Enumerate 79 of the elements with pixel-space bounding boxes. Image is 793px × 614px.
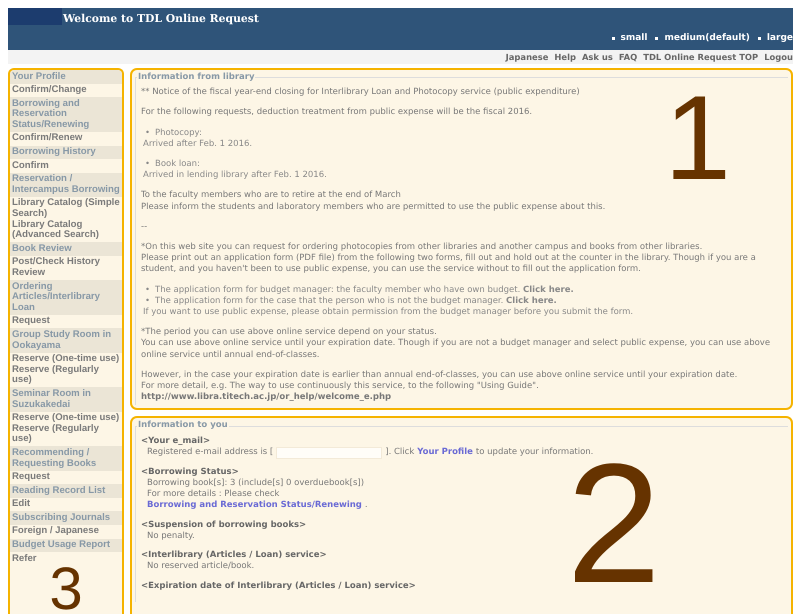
sidebar-link[interactable]: Reserve (Regularly use) [12, 424, 120, 445]
url-link[interactable]: http://www.libra.titech.ac.jp/or_help/welcome_e.php [141, 392, 784, 404]
sidebar-link[interactable]: Reserve (One-time use) [12, 354, 120, 365]
nav-link[interactable]: Logou [764, 52, 793, 62]
font-size-link[interactable]: small [612, 33, 648, 43]
sidebar-heading: Reservation / Intercampus Borrowing [10, 172, 122, 197]
sidebar-link[interactable]: Foreign / Japanese [12, 526, 120, 538]
sidebar-heading: Borrowing and Reservation Status/Renewing [10, 97, 122, 132]
sidebar-link[interactable]: Refer [12, 554, 120, 564]
note-text: If you want to use public expense, please obtain permission from the budget manager before you submit the form. [142, 307, 634, 318]
nav-link[interactable]: FAQ [618, 52, 638, 62]
section-heading: <Your e_mail> [141, 436, 212, 447]
sidebar-heading: Recommending / Requesting Books [10, 446, 122, 471]
click-here-link[interactable]: Click here. [523, 284, 574, 295]
status-text: For more details : Please check [147, 489, 280, 500]
sidebar-heading: Subscribing Journals [10, 511, 122, 525]
click-text: ]. Click [385, 447, 414, 458]
font-size-link[interactable]: medium(default) [655, 33, 750, 43]
paragraph: To the faculty members who are to retire at the end of March Please inform the students and laboratory members who are permitted to use the public expense about this. [141, 190, 606, 213]
paragraph: *The period you can use above online service depend on your status. You can use above online service until your expiration date. Though if you are not a budget manager and select public expense, you can use above online service until annual end-of-classes. [141, 327, 772, 361]
nav-link[interactable]: Help [554, 52, 576, 62]
paragraph: However, in the case your expiration date is earlier than annual end-of-classes, you can use above online service until your expiration date. For more detail, e.g. The way to use continuously this service, to the following "Using Guide". [141, 370, 738, 392]
font-size-link[interactable]: large [758, 33, 793, 43]
list-item: The application form for budget manager: the faculty member who have own budget. [155, 284, 522, 295]
info-text: No penalty. [147, 530, 195, 542]
section-heading: <Borrowing Status> [141, 466, 240, 478]
email-text: Registered e-mail address is [ [147, 447, 274, 458]
page-title: Welcome to TDL Online Request [63, 12, 259, 25]
panel-legend: Information from library [137, 72, 256, 84]
bullet-marker: • [145, 284, 150, 296]
annotation-number: 2 [566, 458, 661, 592]
sidebar-heading: Borrowing History [10, 146, 122, 160]
nav-link[interactable]: TDL Online Request TOP [643, 52, 758, 62]
sidebar-heading: Book Review [10, 242, 122, 256]
note-text: Arrived in lending library after Feb. 1 2016. [142, 170, 328, 182]
bullet-marker: • [145, 128, 150, 139]
period-text: . [364, 500, 368, 512]
update-text: to update your information. [476, 447, 594, 458]
nav-link[interactable]: Ask us [582, 52, 613, 62]
sidebar-heading: Reading Record List [10, 484, 122, 498]
sidebar-heading: Your Profile [10, 70, 122, 84]
paragraph: ** Notice of the fiscal year-end closing for Interlibrary Loan and Photocopy service (public expenditure) [141, 87, 581, 98]
profile-link[interactable]: Your Profile [417, 447, 473, 458]
sidebar-link[interactable]: Confirm/Change [12, 85, 120, 96]
sidebar-link[interactable]: Confirm/Renew [12, 133, 120, 144]
section-heading: <Expiration date of Interlibrary (Articles / Loan) service> [141, 580, 417, 592]
status-text: Borrowing book[s]: 3 (include[s] 0 overduebook[s]) [147, 478, 364, 490]
sidebar-heading: Ordering Articles/Interlibrary Loan [10, 280, 122, 315]
sidebar-link[interactable]: Post/Check History Review [12, 257, 120, 279]
sidebar-link[interactable]: Reserve (Regularly use) [12, 364, 120, 386]
list-item: Photocopy: [155, 128, 202, 139]
sidebar-link[interactable]: Request [12, 472, 120, 483]
sidebar-heading: Budget Usage Report [10, 538, 122, 552]
note-text: Arrived after Feb. 1 2016. [142, 138, 254, 150]
sidebar-link[interactable]: Request [12, 316, 120, 327]
paragraph: -- [141, 222, 148, 234]
bullet-marker: • [145, 296, 150, 308]
list-item: Book loan: [155, 159, 200, 170]
bullet-marker: • [145, 159, 150, 170]
sidebar-heading: Group Study Room in Ookayama [10, 328, 122, 353]
section-heading: <Interlibrary (Articles / Loan) service> [141, 550, 328, 562]
list-item: The application form for the case that the person who is not the budget manager. [155, 296, 504, 306]
info-text: No reserved article/book. [147, 561, 254, 572]
paragraph: *On this web site you can request for ordering photocopies from other libraries and another campus and books from other libraries. Please print out an application form (PDF file) from the following two forms, fill out and hold out at the counter in the library. Though if you are a student, and you haven't been to use public expense, you can use the service without to fill out the application form. [141, 242, 757, 276]
click-here-link[interactable]: Click here. [506, 296, 557, 306]
annotation-number: 1 [664, 92, 731, 186]
panel-legend: Information to you [137, 420, 229, 432]
annotation-number: 3 [49, 566, 83, 613]
sidebar-link[interactable]: Library Catalog (Simple Search) [12, 198, 120, 220]
paragraph: For the following requests, deduction treatment from public expense will be the fiscal 2016. [141, 107, 534, 119]
sidebar-link[interactable]: Confirm [12, 160, 120, 172]
sidebar-heading: Seminar Room in Suzukakedai [10, 387, 122, 412]
section-heading: <Suspension of borrowing books> [141, 520, 308, 531]
logo-block [8, 8, 62, 25]
sidebar-link[interactable]: Reserve (One-time use) [12, 413, 120, 424]
sidebar-link[interactable]: Library Catalog (Advanced Search) [12, 220, 120, 241]
status-link[interactable]: Borrowing and Reservation Status/Renewing [147, 500, 362, 512]
nav-link[interactable]: Japanese [506, 52, 548, 62]
sidebar-link[interactable]: Edit [12, 499, 120, 510]
